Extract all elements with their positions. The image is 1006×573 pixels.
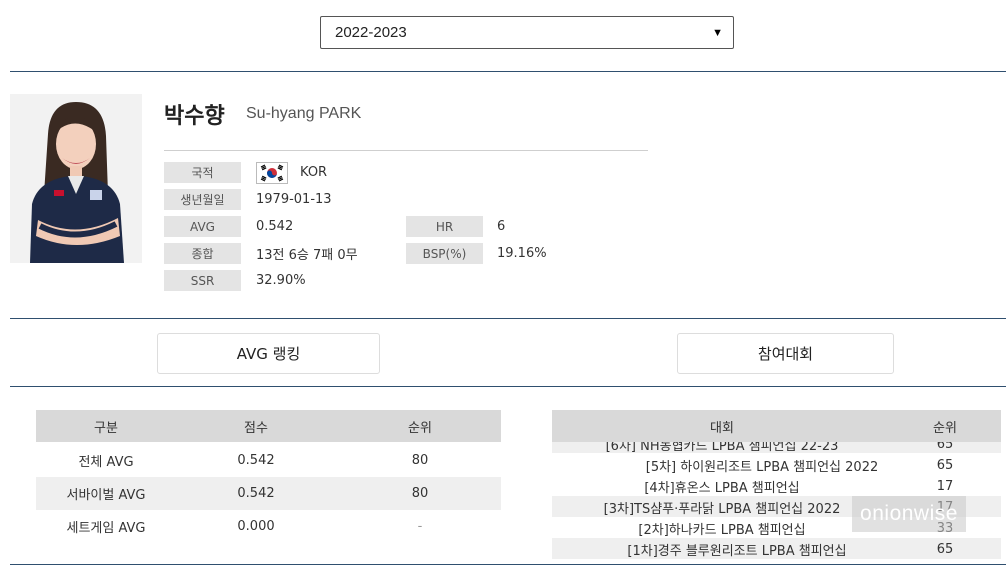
avg-row-label: 서바이벌 AVG <box>66 488 146 503</box>
avg-header-rank: 순위 <box>408 420 432 436</box>
value-nationality: KOR <box>300 165 328 180</box>
tournament-name: [4차]휴온스 LPBA 챔피언십 <box>644 481 800 496</box>
tournament-rank: 65 <box>936 458 954 473</box>
avg-row-rank: 80 <box>411 486 429 501</box>
tournament-name: [3차]TS샴푸·푸라닭 LPBA 챔피언십 2022 <box>603 502 841 517</box>
chevron-down-icon: ▼ <box>712 26 723 39</box>
label-overall: 종합 <box>164 243 241 264</box>
season-select[interactable]: 2022-2023 ▼ <box>320 16 734 49</box>
season-select-value: 2022-2023 <box>335 24 407 41</box>
player-name-english: Su-hyang PARK <box>246 105 362 122</box>
value-bsp: 19.16% <box>497 246 547 261</box>
value-overall: 13전 6승 7패 0무 <box>256 248 358 263</box>
player-photo <box>10 94 142 263</box>
divider-bottom <box>10 564 1006 565</box>
value-avg: 0.542 <box>256 219 294 234</box>
value-hr: 6 <box>497 219 506 234</box>
avg-row-label: 전체 AVG <box>78 455 134 470</box>
avg-header-category: 구분 <box>94 420 118 436</box>
tournament-header-name: 대회 <box>710 420 734 436</box>
avg-row-score: 0.542 <box>237 486 275 501</box>
avg-header-score: 점수 <box>244 420 268 436</box>
korea-flag-icon <box>256 162 288 184</box>
tournament-name: [1차]경주 블루원리조트 LPBA 챔피언십 <box>627 544 847 559</box>
name-divider <box>164 150 648 151</box>
label-hr: HR <box>406 216 483 237</box>
tournament-rank: 17 <box>936 479 954 494</box>
value-ssr: 32.90% <box>256 273 306 288</box>
avg-row-rank: 80 <box>411 453 429 468</box>
label-birth: 생년월일 <box>164 189 241 210</box>
label-nationality: 국적 <box>164 162 241 183</box>
avg-row-score: 0.000 <box>237 519 275 534</box>
divider-top <box>10 71 1006 72</box>
divider-tabs <box>10 386 1006 387</box>
label-bsp: BSP(%) <box>406 243 483 264</box>
tournament-name: [2차]하나카드 LPBA 챔피언십 <box>638 523 806 538</box>
divider-middle <box>10 318 1006 319</box>
label-avg: AVG <box>164 216 241 237</box>
tournament-rank: 65 <box>936 542 954 557</box>
tournament-header-rank: 순위 <box>933 420 957 436</box>
avg-row-label: 세트게임 AVG <box>66 521 146 536</box>
label-ssr: SSR <box>164 270 241 291</box>
avg-row-score: 0.542 <box>237 453 275 468</box>
tab-tournaments[interactable]: 참여대회 <box>677 333 894 374</box>
value-birth: 1979-01-13 <box>256 192 332 207</box>
watermark: onionwise <box>852 496 966 532</box>
player-name-korean: 박수향 <box>164 104 225 129</box>
tab-avg-ranking[interactable]: AVG 랭킹 <box>157 333 380 374</box>
avg-row-rank: - <box>417 519 423 534</box>
